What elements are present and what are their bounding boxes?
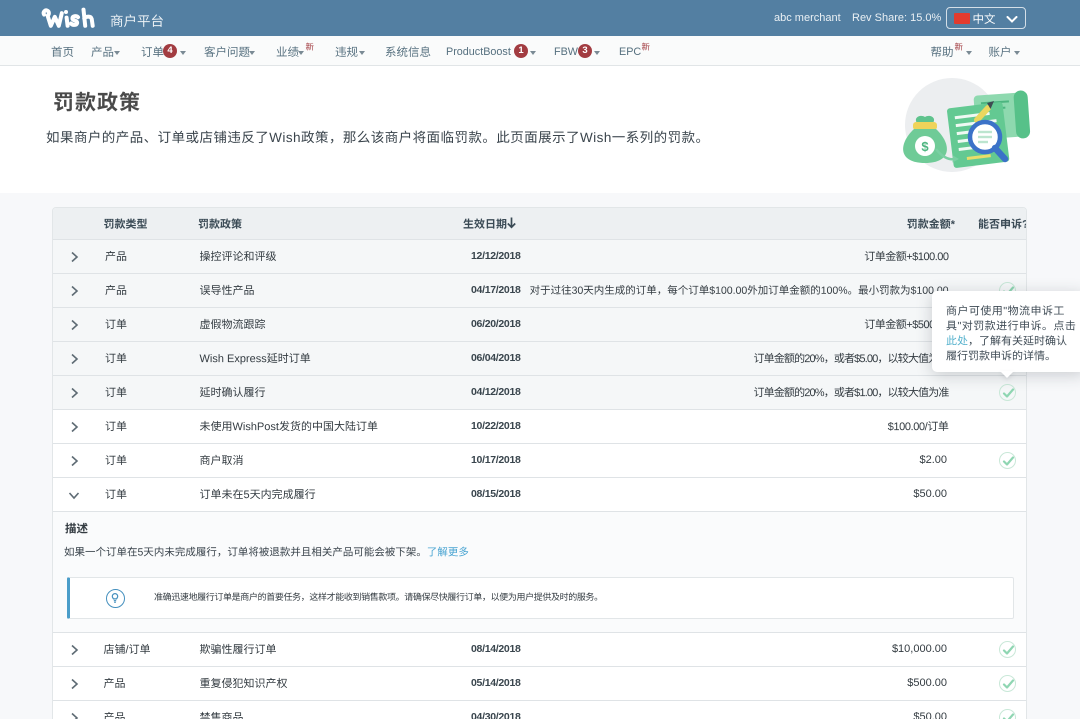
svg-text:$: $ xyxy=(921,139,929,154)
